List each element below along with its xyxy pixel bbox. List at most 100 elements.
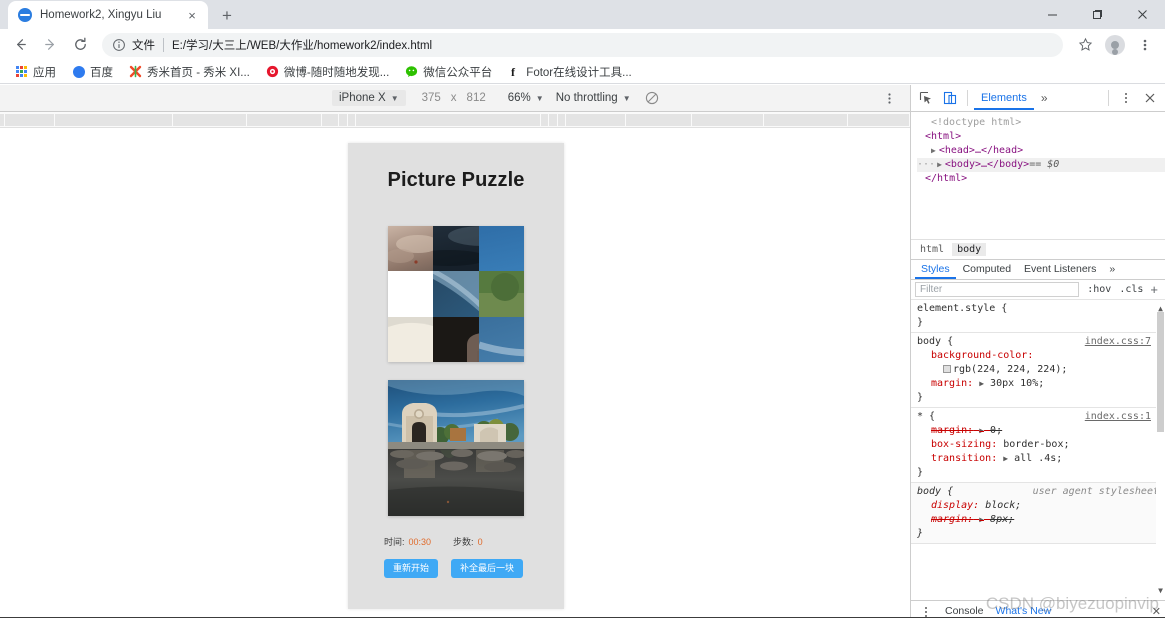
rotate-icon[interactable] — [645, 91, 659, 105]
kebab-menu-icon[interactable] — [1115, 87, 1137, 109]
close-icon[interactable] — [1139, 87, 1161, 109]
style-rule[interactable]: index.css:1 * { margin: ▶ 0; box-sizing:… — [911, 408, 1165, 483]
tab-elements[interactable]: Elements — [974, 87, 1034, 110]
puzzle-tile[interactable] — [433, 226, 479, 272]
new-tab-button[interactable]: + — [214, 2, 240, 28]
expand-triangle-icon[interactable]: ▶ — [979, 426, 984, 435]
more-tabs-icon[interactable]: » — [1103, 260, 1121, 279]
bookmark-apps[interactable]: 应用 — [8, 62, 63, 82]
kebab-menu-icon[interactable] — [883, 92, 896, 105]
back-arrow-icon[interactable] — [6, 31, 34, 59]
bookmark-wechat[interactable]: 微信公众平台 — [398, 62, 499, 82]
bookmark-baidu[interactable]: 百度 — [65, 62, 120, 82]
breadcrumb: html body — [911, 239, 1165, 259]
declaration[interactable]: margin: ▶ 30px 10%; — [917, 377, 1159, 391]
rule-source-link[interactable]: index.css:7 — [1085, 335, 1151, 349]
close-icon[interactable] — [1120, 0, 1165, 29]
dom-node[interactable]: ▶ <head>…</head> — [917, 144, 1165, 158]
declaration[interactable]: margin: ▶ 0; — [917, 424, 1159, 438]
puzzle-tile[interactable] — [388, 226, 434, 272]
device-toolbar-icon[interactable] — [939, 87, 961, 109]
declaration-value: block; — [985, 500, 1022, 511]
color-swatch[interactable] — [943, 365, 951, 373]
close-icon[interactable]: × — [184, 7, 200, 23]
scroll-down-arrow-icon[interactable]: ▼ — [1157, 584, 1164, 598]
minimize-icon[interactable] — [1030, 0, 1075, 29]
fill-last-tile-button[interactable]: 补全最后一块 — [451, 559, 524, 578]
styles-scrollbar[interactable]: ▲ ▼ — [1156, 300, 1165, 600]
address-bar[interactable]: 文件 E:/学习/大三上/WEB/大作业/homework2/index.htm… — [102, 32, 1063, 57]
preview-image — [388, 380, 524, 516]
declaration[interactable]: background-color: — [917, 349, 1159, 363]
cls-button[interactable]: .cls — [1115, 284, 1147, 295]
zoom-select[interactable]: 66% ▼ — [508, 92, 544, 104]
expand-triangle-icon[interactable]: ▶ — [979, 515, 984, 524]
style-rule[interactable]: element.style { } — [911, 300, 1165, 333]
dom-node[interactable]: </html> — [917, 172, 1165, 186]
divider — [163, 37, 164, 52]
filter-input[interactable]: Filter — [915, 282, 1080, 297]
dom-node-selected[interactable]: ··· ▶ <body>…</body> == $0 — [917, 158, 1165, 172]
bookmark-label: 微信公众平台 — [423, 66, 493, 79]
forward-arrow-icon[interactable] — [36, 31, 64, 59]
bookmark-weibo[interactable]: 微博-随时随地发现... — [259, 62, 396, 82]
tab-styles[interactable]: Styles — [915, 260, 956, 279]
expand-triangle-icon[interactable]: ▶ — [1003, 454, 1008, 463]
style-rule[interactable]: index.css:7 body { background-color: rgb… — [911, 333, 1165, 408]
device-height-input[interactable]: 812 — [467, 92, 486, 104]
declaration[interactable]: transition: ▶ all .4s; — [917, 452, 1159, 466]
expand-triangle-icon[interactable]: ▶ — [979, 379, 984, 388]
puzzle-tile[interactable] — [478, 226, 524, 272]
rule-source-link[interactable]: index.css:1 — [1085, 410, 1151, 424]
hov-button[interactable]: :hov — [1083, 284, 1115, 295]
inspect-element-icon[interactable] — [915, 87, 937, 109]
dimension-separator: x — [450, 92, 457, 104]
puzzle-tile[interactable] — [433, 316, 479, 362]
apps-grid-icon — [15, 65, 28, 78]
puzzle-tile[interactable] — [388, 316, 434, 362]
device-width-input[interactable]: 375 — [422, 92, 441, 104]
declaration[interactable]: box-sizing: border-box; — [917, 438, 1159, 452]
rule-selector: element.style { — [917, 303, 1008, 314]
expand-triangle-icon[interactable]: ▶ — [937, 158, 942, 172]
chevron-down-icon: ▼ — [622, 93, 631, 103]
throttling-select[interactable]: No throttling ▼ — [556, 92, 631, 104]
avatar-icon[interactable] — [1101, 31, 1129, 59]
restart-button[interactable]: 重新开始 — [384, 559, 439, 578]
bookmark-label: 秀米首页 - 秀米 XI... — [147, 66, 250, 79]
puzzle-tile[interactable] — [433, 271, 479, 317]
scrollbar-thumb[interactable] — [1157, 312, 1164, 432]
star-icon[interactable] — [1071, 31, 1099, 59]
puzzle-tile[interactable] — [478, 316, 524, 362]
bookmark-fotor[interactable]: f Fotor在线设计工具... — [501, 62, 638, 82]
window-bottom-edge — [0, 617, 1165, 622]
maximize-icon[interactable] — [1075, 0, 1120, 29]
declaration-value-line[interactable]: rgb(224, 224, 224); — [917, 363, 1159, 377]
tab-event-listeners[interactable]: Event Listeners — [1018, 260, 1102, 279]
tab-computed[interactable]: Computed — [957, 260, 1017, 279]
more-tabs-icon[interactable]: » — [1036, 91, 1053, 105]
new-style-rule-button[interactable]: + — [1147, 283, 1161, 296]
expand-triangle-icon[interactable]: ▶ — [931, 144, 936, 158]
declaration[interactable]: margin: ▶ 8px; — [917, 513, 1159, 527]
dom-node[interactable]: <html> — [917, 130, 1165, 144]
breadcrumb-html[interactable]: html — [915, 243, 949, 256]
style-rule-user-agent[interactable]: user agent stylesheet body { display: bl… — [911, 483, 1165, 544]
browser-tab[interactable]: Homework2, Xingyu Liu × — [8, 1, 208, 29]
reload-icon[interactable] — [66, 31, 94, 59]
device-select[interactable]: iPhone X ▼ — [332, 90, 406, 106]
dom-node[interactable]: <!doctype html> — [917, 116, 1165, 130]
overflow-dots-icon[interactable]: ··· — [917, 158, 935, 172]
dom-tree[interactable]: <!doctype html> <html> ▶ <head>…</head> … — [911, 112, 1165, 239]
weibo-icon — [266, 65, 279, 78]
kebab-menu-icon[interactable] — [1131, 31, 1159, 59]
puzzle-tile[interactable] — [478, 271, 524, 317]
puzzle-tile-empty[interactable] — [388, 271, 434, 317]
bookmark-xiumi[interactable]: 秀米首页 - 秀米 XI... — [122, 62, 257, 82]
scheme-label: 文件 — [132, 39, 155, 52]
declaration-property: box-sizing: — [931, 439, 998, 450]
declaration[interactable]: display: block; — [917, 499, 1159, 513]
breadcrumb-body[interactable]: body — [952, 243, 987, 256]
styles-body[interactable]: element.style { } index.css:7 body { bac… — [911, 300, 1165, 600]
puzzle-grid[interactable] — [388, 226, 524, 362]
